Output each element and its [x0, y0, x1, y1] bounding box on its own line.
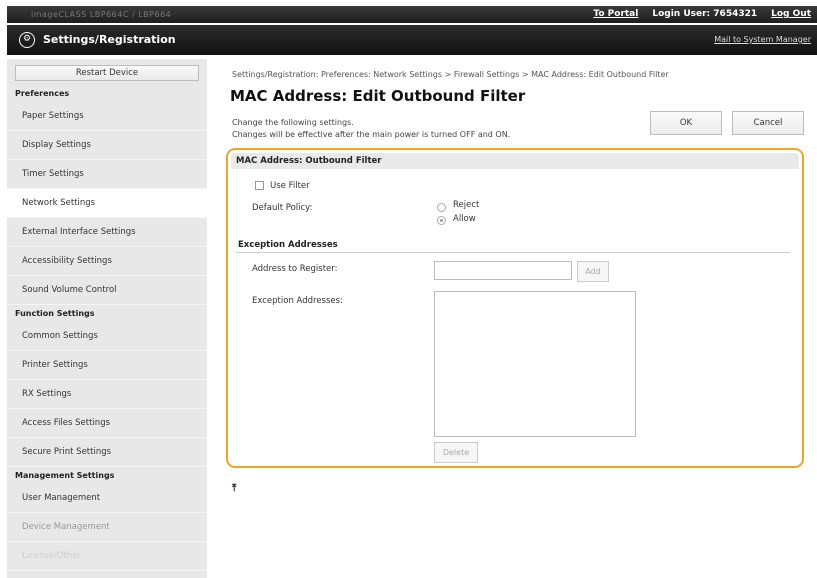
page-title: MAC Address: Edit Outbound Filter	[230, 87, 526, 105]
allow-radio[interactable]	[437, 216, 446, 225]
restart-device-button[interactable]: Restart Device	[15, 65, 199, 81]
instruction-line-2: Changes will be effective after the main…	[232, 130, 511, 139]
logout-link[interactable]: Log Out	[771, 9, 811, 19]
settings-gear-icon: ⚙	[19, 32, 35, 48]
ok-button[interactable]: OK	[650, 111, 722, 135]
sidebar-header-preferences: Preferences	[15, 89, 70, 98]
sidebar-item-license-other[interactable]: License/Other	[7, 542, 207, 571]
reject-label: Reject	[453, 200, 480, 210]
address-to-register-input[interactable]	[434, 261, 572, 280]
instructions: Change the following settings. Changes w…	[232, 117, 510, 141]
exception-addresses-title: Exception Addresses	[238, 240, 338, 250]
exception-addresses-list[interactable]	[434, 291, 636, 437]
sidebar-item-user-management[interactable]: User Management	[7, 484, 207, 513]
sidebar-item-paper-settings[interactable]: Paper Settings	[7, 102, 207, 131]
back-to-top-icon[interactable]: ⤒	[232, 483, 236, 494]
top-bar: imageCLASS LBP664C / LBP664 To Portal Lo…	[7, 6, 817, 23]
login-user-label: Login User:	[652, 9, 711, 19]
exception-addresses-label: Exception Addresses:	[252, 296, 343, 306]
sidebar-item-sound-volume-control[interactable]: Sound Volume Control	[7, 276, 207, 305]
to-portal-link[interactable]: To Portal	[593, 9, 638, 19]
sidebar-item-secure-print-settings[interactable]: Secure Print Settings	[7, 438, 207, 467]
delete-button[interactable]: Delete	[434, 442, 478, 463]
sidebar-item-accessibility-settings[interactable]: Accessibility Settings	[7, 247, 207, 276]
title-bar: ⚙ Settings/Registration Mail to System M…	[7, 25, 817, 55]
allow-label: Allow	[453, 214, 476, 224]
app-title: Settings/Registration	[43, 33, 176, 46]
login-user-info: Login User: 7654321	[652, 9, 757, 19]
use-filter-label: Use Filter	[270, 181, 310, 191]
sidebar-item-network-settings[interactable]: Network Settings	[7, 189, 207, 218]
default-policy-label: Default Policy:	[252, 203, 313, 213]
sidebar-item-timer-settings[interactable]: Timer Settings	[7, 160, 207, 189]
sidebar-item-common-settings[interactable]: Common Settings	[7, 322, 207, 351]
sidebar-item-display-settings[interactable]: Display Settings	[7, 131, 207, 160]
instruction-line-1: Change the following settings.	[232, 118, 354, 127]
use-filter-checkbox[interactable]	[255, 181, 264, 190]
add-button[interactable]: Add	[577, 261, 609, 282]
sidebar-item-external-interface-settings[interactable]: External Interface Settings	[7, 218, 207, 247]
cancel-button[interactable]: Cancel	[732, 111, 804, 135]
sidebar-item-printer-settings[interactable]: Printer Settings	[7, 351, 207, 380]
section-divider	[236, 252, 790, 253]
top-bar-links: To Portal Login User: 7654321 Log Out	[593, 9, 811, 19]
breadcrumb: Settings/Registration: Preferences: Netw…	[232, 70, 669, 79]
outbound-filter-panel: MAC Address: Outbound Filter Use Filter …	[226, 148, 804, 468]
device-name: imageCLASS LBP664C / LBP664	[31, 10, 172, 19]
sidebar-header-management-settings: Management Settings	[15, 471, 115, 480]
address-to-register-label: Address to Register:	[252, 264, 338, 274]
reject-radio[interactable]	[437, 203, 446, 212]
sidebar-item-access-files-settings[interactable]: Access Files Settings	[7, 409, 207, 438]
login-user-id: 7654321	[713, 9, 758, 19]
sidebar-item-device-management[interactable]: Device Management	[7, 513, 207, 542]
sidebar-item-rx-settings[interactable]: RX Settings	[7, 380, 207, 409]
panel-header: MAC Address: Outbound Filter	[231, 153, 799, 169]
sidebar-header-function-settings: Function Settings	[15, 309, 95, 318]
sidebar: Restart Device Preferences Paper Setting…	[7, 59, 207, 578]
mail-system-manager-link[interactable]: Mail to System Manager	[714, 35, 811, 44]
